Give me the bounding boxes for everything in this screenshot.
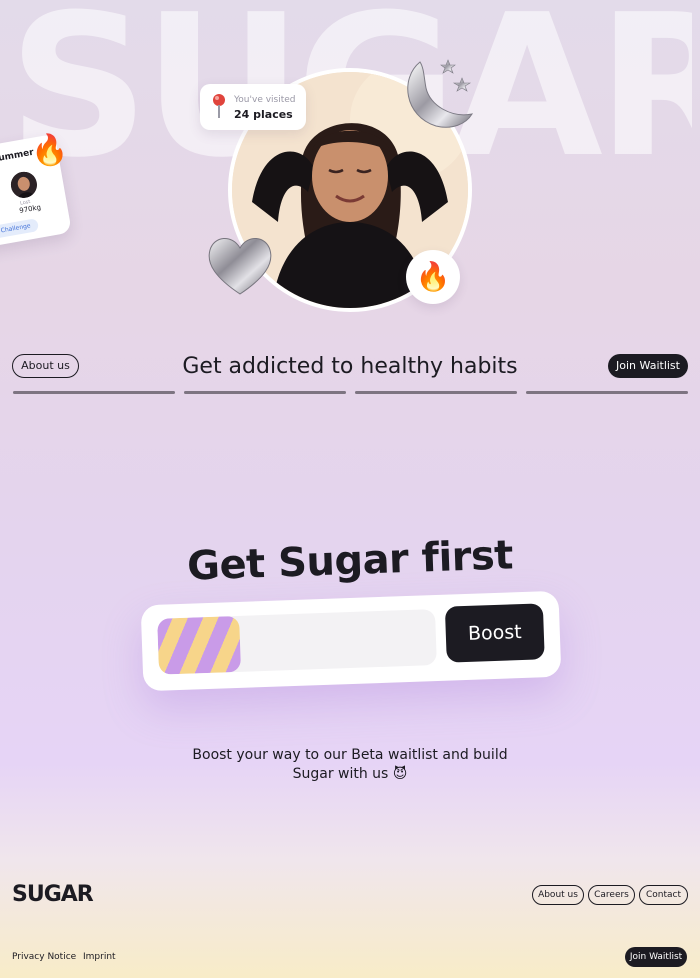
- footer-link-about-us[interactable]: About us: [532, 885, 584, 905]
- progress-fill: [526, 391, 688, 394]
- cta-title: Get Sugar first: [186, 532, 514, 590]
- imprint-link[interactable]: Imprint: [83, 947, 116, 967]
- footer-join-waitlist-button[interactable]: Join Waitlist: [625, 947, 687, 967]
- challenge-chip[interactable]: Lost Challenge: [0, 218, 40, 242]
- boost-button[interactable]: Boost: [444, 603, 545, 663]
- hero-tagline: Get addicted to healthy habits: [182, 354, 518, 379]
- about-us-button[interactable]: About us: [12, 354, 79, 378]
- chrome-heart-icon: [208, 238, 272, 295]
- progress-fill: [13, 391, 175, 394]
- progress-segment[interactable]: [355, 391, 517, 394]
- footer-links: About us Careers Contact: [0, 884, 700, 906]
- progress-segment[interactable]: [13, 391, 175, 394]
- fire-icon: 🔥: [31, 133, 69, 168]
- privacy-notice-link[interactable]: Privacy Notice: [12, 947, 76, 967]
- progress-fill: [184, 391, 346, 394]
- slide-progress: [13, 391, 688, 394]
- crescent-moon-icon: [407, 59, 474, 128]
- footer-bottom: Privacy Notice Imprint Join Waitlist: [0, 946, 700, 968]
- fire-icon: 🔥: [415, 260, 451, 293]
- cta-description: Boost your way to our Beta waitlist and …: [192, 747, 508, 782]
- footer-link-contact[interactable]: Contact: [639, 885, 688, 905]
- progress-segment[interactable]: [184, 391, 346, 394]
- streak-fire-badge: 🔥: [406, 250, 460, 304]
- map-pin-icon: [213, 94, 225, 118]
- join-waitlist-button[interactable]: Join Waitlist: [608, 354, 688, 378]
- progress-segment[interactable]: [526, 391, 688, 394]
- progress-fill: [355, 391, 517, 394]
- challenge-title: Summer: [0, 147, 35, 165]
- avatar: [8, 169, 39, 200]
- boost-progress-stripes: [157, 615, 242, 675]
- boost-card: Boost: [140, 590, 562, 692]
- visited-places-card: You've visited 24 places: [200, 84, 306, 130]
- boost-input[interactable]: [157, 609, 437, 675]
- footer-link-careers[interactable]: Careers: [588, 885, 635, 905]
- visited-value: 24 places: [234, 108, 293, 121]
- visited-label: You've visited: [234, 95, 296, 105]
